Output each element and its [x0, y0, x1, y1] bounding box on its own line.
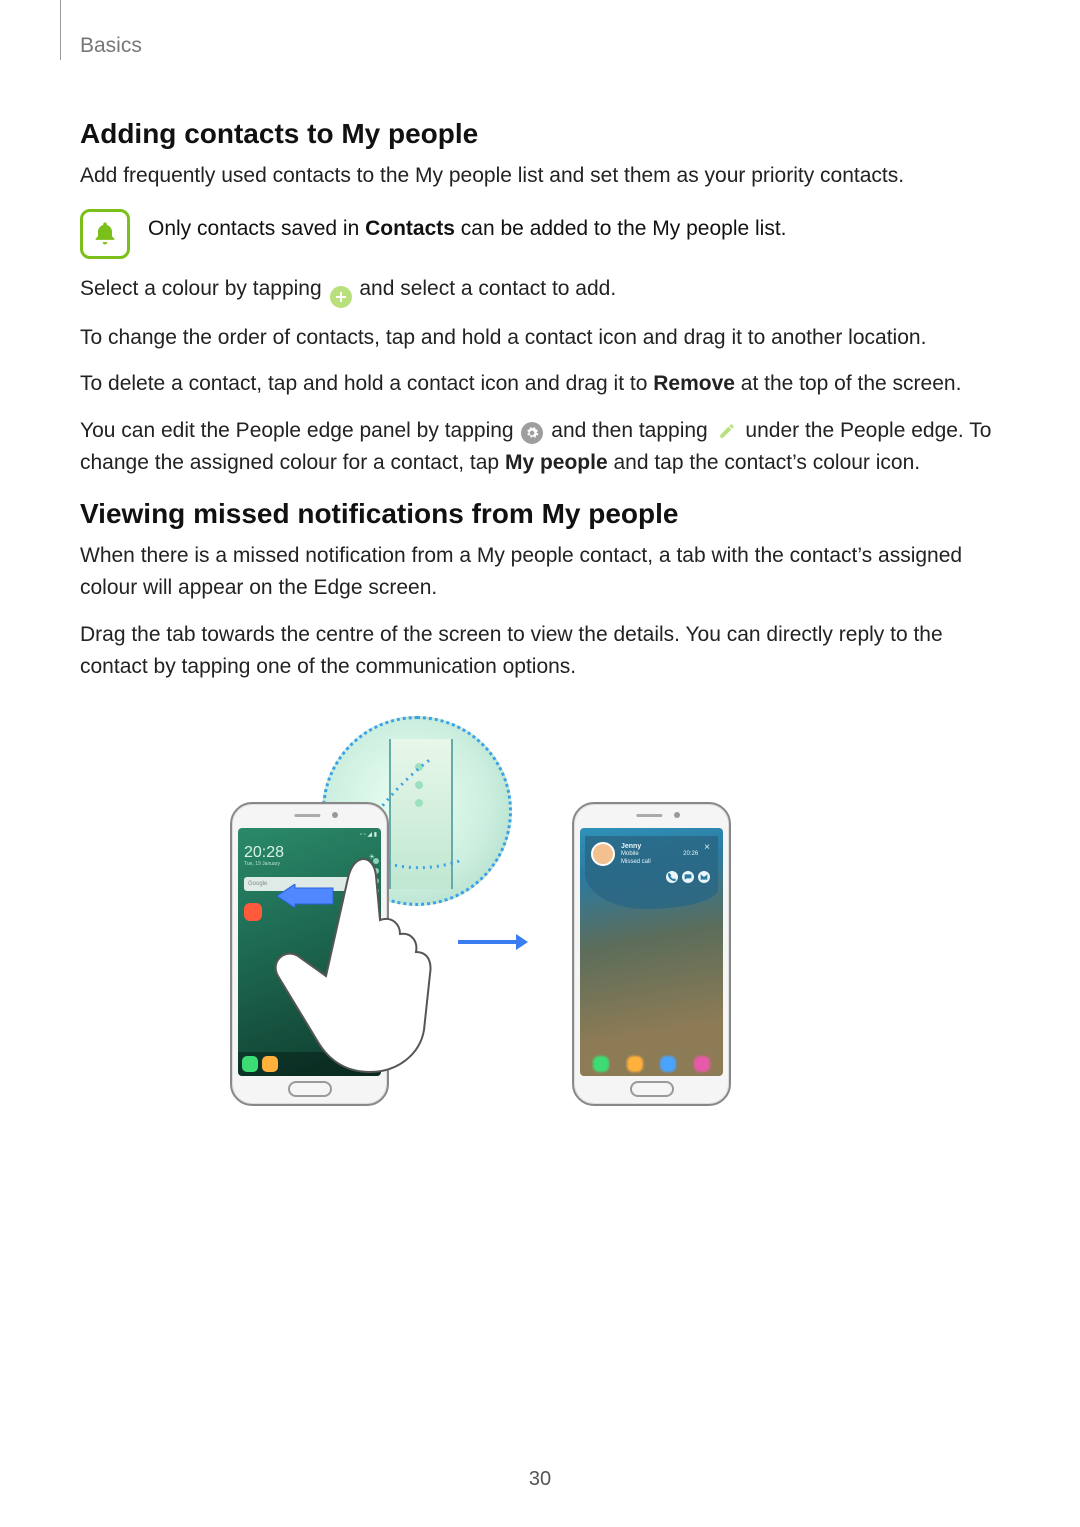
home-button — [630, 1081, 674, 1097]
p5bold: My people — [505, 451, 608, 474]
close-icon: × — [704, 842, 712, 853]
hand-gesture-icon — [262, 834, 462, 1099]
mail-icon — [698, 871, 710, 883]
contact-avatar — [591, 842, 615, 866]
blurred-dock — [580, 1056, 723, 1072]
gear-icon — [521, 422, 543, 444]
note-text-a: Only contacts saved in — [148, 217, 365, 240]
header-divider — [60, 0, 63, 60]
p2a: Select a colour by tapping — [80, 277, 328, 300]
note-bold: Contacts — [365, 217, 455, 240]
phone-right-screen: Jenny Mobile 20:26 Missed call × — [580, 828, 723, 1076]
message-icon — [682, 871, 694, 883]
call-icon — [666, 871, 678, 883]
note-text: Only contacts saved in Contacts can be a… — [148, 207, 787, 246]
heading-adding-contacts: Adding contacts to My people — [80, 118, 1000, 150]
arrow-right-icon — [458, 934, 528, 950]
s2-p2: Drag the tab towards the centre of the s… — [80, 619, 1000, 684]
p4a: To delete a contact, tap and hold a cont… — [80, 372, 653, 395]
intro-text: Add frequently used contacts to the My p… — [80, 160, 1000, 193]
app-icon — [244, 903, 262, 921]
dock-app — [242, 1056, 258, 1072]
bell-icon — [80, 209, 130, 259]
meta-missed: Missed call — [621, 859, 698, 867]
missed-notification-panel: Jenny Mobile 20:26 Missed call × — [585, 836, 718, 909]
p4bold: Remove — [653, 372, 735, 395]
pencil-icon — [716, 420, 738, 442]
contact-name: Jenny — [621, 842, 698, 851]
add-icon — [330, 286, 352, 308]
note-callout: Only contacts saved in Contacts can be a… — [80, 207, 1000, 259]
heading-viewing-missed: Viewing missed notifications from My peo… — [80, 498, 1000, 530]
p5a: You can edit the People edge panel by ta… — [80, 419, 519, 442]
p-change-order: To change the order of contacts, tap and… — [80, 322, 1000, 355]
p-delete-contact: To delete a contact, tap and hold a cont… — [80, 368, 1000, 401]
phone-notification-detail: Jenny Mobile 20:26 Missed call × — [572, 802, 731, 1106]
p5d: and tap the contact’s colour icon. — [608, 451, 920, 474]
s2-p1: When there is a missed notification from… — [80, 540, 1000, 605]
section-header: Basics — [80, 34, 142, 58]
reply-actions — [591, 871, 710, 883]
page: Basics Adding contacts to My people Add … — [0, 0, 1080, 1527]
p2b: and select a contact to add. — [359, 277, 616, 300]
content: Adding contacts to My people Add frequen… — [80, 100, 1000, 1096]
meta-time: 20:26 — [683, 851, 698, 859]
page-number: 30 — [0, 1468, 1080, 1491]
p4b: at the top of the screen. — [735, 372, 961, 395]
p-select-colour: Select a colour by tapping and select a … — [80, 273, 1000, 308]
p5b: and then tapping — [551, 419, 713, 442]
note-text-b: can be added to the My people list. — [455, 217, 787, 240]
p-edit-panel: You can edit the People edge panel by ta… — [80, 415, 1000, 480]
meta-mobile: Mobile — [621, 851, 639, 859]
figure: ▫ ▫ ◢ ▮ 20:28 ☀ Tue, 19 January Google 🎤 — [80, 716, 1000, 1096]
